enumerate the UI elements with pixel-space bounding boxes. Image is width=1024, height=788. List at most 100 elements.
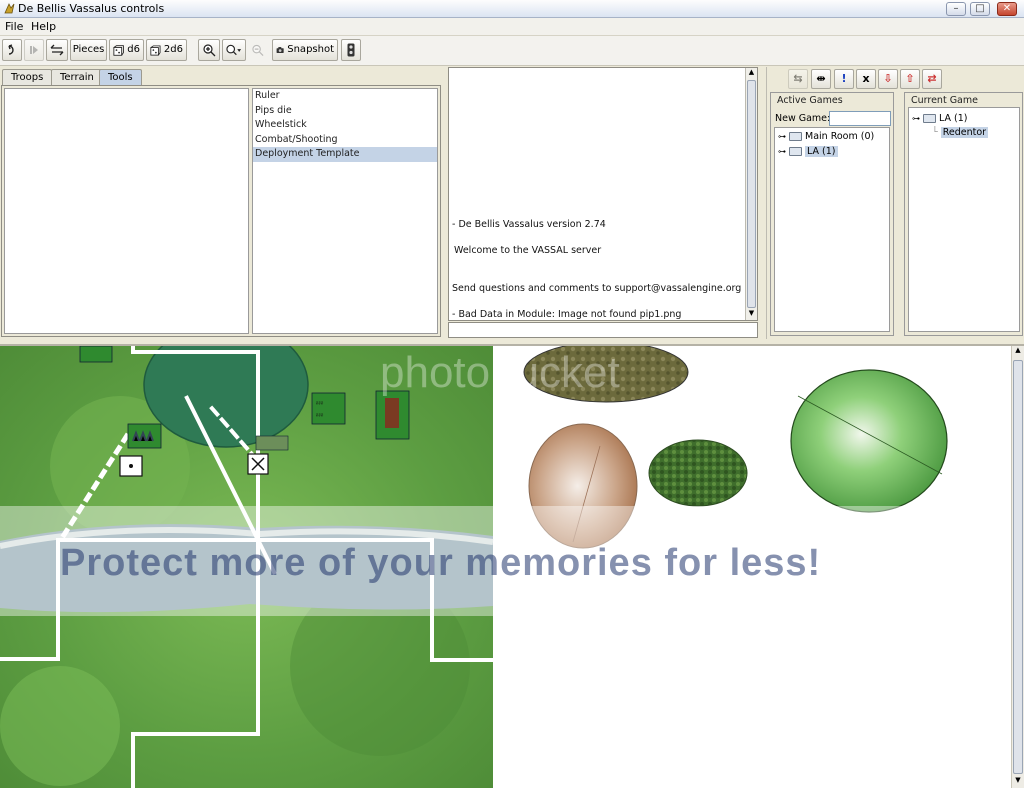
current-game-box: Current Game ⊶ LA (1) └ Redentor — [904, 92, 1023, 336]
undo-button[interactable] — [2, 39, 22, 61]
chat-input[interactable] — [448, 322, 758, 338]
chat-line: - De Bellis Vassalus version 2.74 — [452, 219, 606, 230]
chat-scrollbar[interactable]: ▲ ▼ — [745, 68, 757, 320]
zoom-in-icon — [202, 43, 215, 56]
zoom-select-button[interactable] — [222, 39, 246, 61]
zoom-out-icon — [252, 44, 264, 56]
close-button[interactable]: ✕ — [997, 2, 1017, 16]
cavalry-figure — [385, 398, 399, 428]
tab-strip: Troops Terrain Tools — [0, 68, 442, 86]
room-label: LA (1) — [939, 113, 968, 124]
tab-terrain[interactable]: Terrain — [51, 69, 103, 86]
piece-preview — [4, 88, 249, 334]
step-icon — [30, 46, 38, 54]
server-disconnect-button[interactable]: ⇆ — [788, 69, 808, 89]
pieces-button[interactable]: Pieces — [70, 39, 107, 61]
room-label: Main Room (0) — [805, 131, 875, 142]
snapshot-label: Snapshot — [287, 44, 334, 55]
menu-file[interactable]: File — [5, 20, 23, 33]
2d6-button[interactable]: 2d6 — [146, 39, 187, 61]
snapshot-button[interactable]: Snapshot — [272, 39, 338, 61]
troop-counter[interactable] — [255, 435, 289, 451]
scroll-down-arrow[interactable]: ▼ — [746, 309, 757, 320]
new-game-input[interactable] — [829, 111, 891, 126]
server-save-button[interactable]: ⇩ — [878, 69, 898, 89]
list-item[interactable]: Wheelstick — [253, 118, 437, 133]
server-connect-button[interactable]: ⇹ — [811, 69, 831, 89]
list-item[interactable]: Pips die — [253, 104, 437, 119]
active-games-tree[interactable]: ⊶ Main Room (0) ⊶ LA (1) — [774, 127, 890, 332]
tools-panel: Ruler Pips die Wheelstick Combat/Shootin… — [1, 85, 441, 337]
undo-icon — [8, 44, 14, 55]
dice-icon — [150, 44, 161, 56]
flip-button[interactable] — [46, 39, 68, 61]
soldier-figures — [132, 430, 154, 442]
current-game-tree[interactable]: ⊶ LA (1) └ Redentor — [908, 107, 1020, 332]
scroll-thumb[interactable] — [747, 80, 756, 308]
new-game-label: New Game: — [775, 113, 831, 124]
chat-line: Send questions and comments to support@v… — [452, 283, 742, 294]
list-item[interactable]: Ruler — [253, 89, 437, 104]
tab-tools[interactable]: Tools — [99, 69, 142, 86]
folder-icon — [923, 114, 936, 123]
green-hill-piece[interactable] — [790, 369, 948, 513]
chat-log[interactable]: - De Bellis Vassalus version 2.74 Welcom… — [448, 67, 758, 321]
server-sync-button[interactable]: ⇄ — [922, 69, 942, 89]
server-panel: ⇆ ⇹ ! x ⇩ ⇧ ⇄ Active Games New Game: ⊶ Ma… — [766, 67, 1024, 339]
list-item[interactable]: Combat/Shooting — [253, 133, 437, 148]
map-scrollbar[interactable]: ▲ ▼ — [1011, 346, 1024, 788]
d6-button[interactable]: d6 — [109, 39, 144, 61]
maximize-button[interactable]: □ — [970, 2, 990, 16]
tree-node-player[interactable]: └ Redentor — [932, 127, 989, 138]
tree-node-main-room[interactable]: ⊶ Main Room (0) — [778, 131, 874, 142]
folder-icon — [789, 132, 802, 141]
current-game-title: Current Game — [911, 95, 978, 106]
dice-icon — [113, 44, 124, 56]
list-item[interactable]: Deployment Template — [253, 147, 437, 162]
2d6-label: 2d6 — [163, 44, 183, 55]
watermark-brand: photobucket — [380, 348, 620, 397]
swap-arrows-icon — [50, 44, 64, 56]
wood-terrain-piece[interactable] — [648, 439, 748, 507]
game-map[interactable]: ᶳᶳᶳ ᶳᶳᶳ Protect more of your memories fo… — [0, 344, 1024, 788]
grass-patch — [0, 666, 120, 786]
troop-marks: ᶳᶳᶳ — [316, 400, 324, 408]
tree-node-current-room[interactable]: ⊶ LA (1) — [912, 113, 968, 124]
camera-icon — [276, 47, 284, 53]
pips-button[interactable] — [341, 39, 361, 61]
scroll-down-arrow[interactable]: ▼ — [1012, 776, 1024, 788]
traffic-light-icon — [347, 43, 355, 57]
tool-list[interactable]: Ruler Pips die Wheelstick Combat/Shootin… — [252, 88, 438, 334]
server-alert-button[interactable]: ! — [834, 69, 854, 89]
chat-line: Welcome to the VASSAL server — [454, 245, 602, 256]
room-label: LA (1) — [805, 146, 838, 157]
troop-marks: ᶳᶳᶳ — [316, 412, 324, 420]
minimize-button[interactable]: – — [946, 2, 966, 16]
scroll-up-arrow[interactable]: ▲ — [746, 68, 757, 79]
pieces-label: Pieces — [72, 44, 105, 55]
window-title: De Bellis Vassalus controls — [18, 2, 165, 15]
troop-counter[interactable] — [79, 346, 113, 363]
scroll-thumb[interactable] — [1013, 360, 1023, 774]
server-load-button[interactable]: ⇧ — [900, 69, 920, 89]
main-toolbar: Pieces d6 2d6 Snapshot — [0, 36, 1024, 66]
active-games-title: Active Games — [777, 95, 843, 106]
folder-icon — [789, 147, 802, 156]
watermark-text: Protect more of your memories for less! — [60, 542, 822, 584]
tree-node-la[interactable]: ⊶ LA (1) — [778, 146, 838, 157]
d6-label: d6 — [127, 44, 140, 55]
app-icon — [4, 3, 15, 14]
menu-bar: File Help — [0, 18, 1024, 36]
active-games-box: Active Games New Game: ⊶ Main Room (0) ⊶ L… — [770, 92, 894, 336]
menu-help[interactable]: Help — [31, 20, 56, 33]
server-close-button[interactable]: x — [856, 69, 876, 89]
die-pip — [129, 464, 133, 468]
scroll-up-arrow[interactable]: ▲ — [1012, 346, 1024, 358]
zoom-out-button[interactable] — [248, 39, 268, 61]
player-label: Redentor — [940, 127, 989, 138]
step-forward-button[interactable] — [24, 39, 44, 61]
zoom-in-button[interactable] — [198, 39, 220, 61]
tab-troops[interactable]: Troops — [2, 69, 53, 86]
chat-line: - Bad Data in Module: Image not found pi… — [452, 309, 682, 320]
title-bar: De Bellis Vassalus controls – □ ✕ — [0, 0, 1024, 18]
